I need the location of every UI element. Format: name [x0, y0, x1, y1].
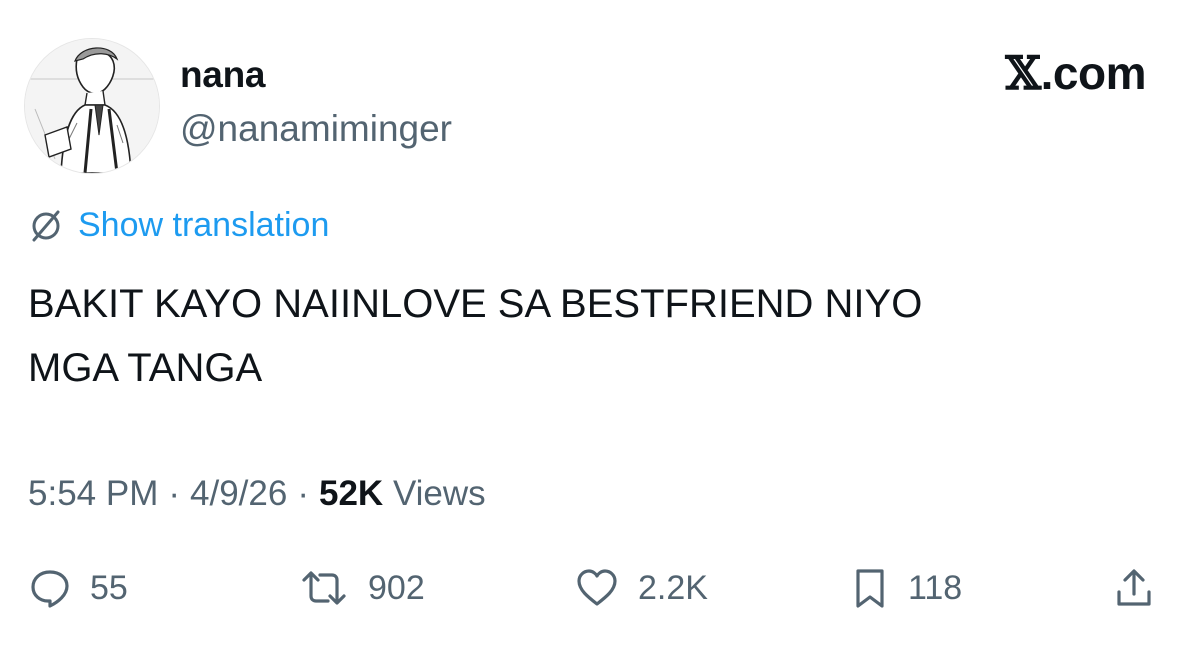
repost-count: 902 [368, 568, 425, 607]
author-handle[interactable]: @nanamiminger [180, 108, 452, 150]
repost-arrows-icon [298, 566, 350, 610]
meta-separator: · [168, 474, 181, 513]
views-count: 52K [318, 474, 384, 513]
like-count: 2.2K [638, 568, 708, 607]
tweet-time[interactable]: 5:54 PM [28, 474, 158, 514]
brand-domain: .com [1040, 47, 1147, 99]
author-display-name[interactable]: nana [180, 54, 265, 96]
globe-slash-icon [28, 208, 64, 244]
share-button[interactable] [1112, 566, 1156, 610]
repost-button[interactable]: 902 [298, 566, 425, 610]
views-label: Views [392, 474, 486, 513]
tweet-date[interactable]: 4/9/26 [190, 474, 287, 514]
speech-bubble-icon [28, 566, 72, 610]
avatar-illustration [25, 39, 159, 173]
reply-button[interactable]: 55 [28, 566, 128, 610]
show-translation-label: Show translation [78, 206, 330, 244]
avatar[interactable] [24, 38, 160, 174]
show-translation-link[interactable]: Show translation [28, 206, 329, 245]
bookmark-button[interactable]: 118 [850, 566, 962, 610]
brand-logo: 𝕏.com [1005, 50, 1146, 96]
reply-count: 55 [90, 568, 128, 607]
meta-separator: · [297, 474, 309, 513]
like-button[interactable]: 2.2K [574, 566, 708, 610]
bookmark-count: 118 [908, 568, 963, 607]
x-logo-icon: 𝕏 [1005, 46, 1041, 100]
tweet-screenshot: nana @nanamiminger 𝕏.com Show translatio… [0, 0, 1200, 658]
heart-icon [574, 566, 620, 610]
share-upload-icon [1112, 566, 1156, 610]
tweet-text: BAKIT KAYO NAIINLOVE SA BESTFRIEND NIYO … [28, 282, 923, 390]
bookmark-icon [850, 566, 890, 610]
tweet-meta: 5:54 PM · 4/9/26 · 52K Views [28, 474, 486, 514]
